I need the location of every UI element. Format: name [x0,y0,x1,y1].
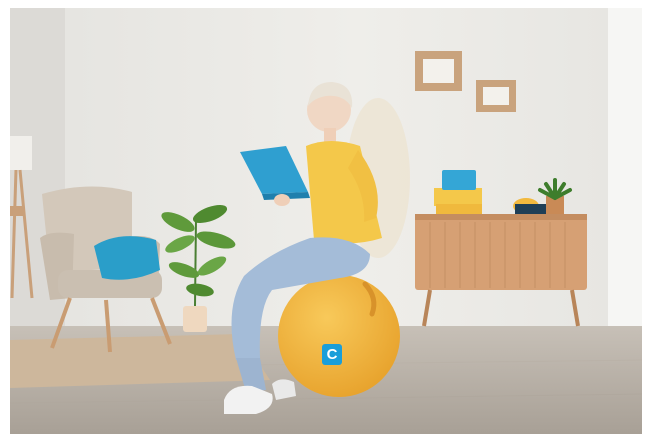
exercise-ball [278,275,400,397]
picture-frame-small [476,80,516,112]
rug [10,334,270,388]
window-light [608,8,642,348]
picture-frame-large [415,51,462,91]
brand-badge: C [322,344,342,365]
cushion [94,236,160,280]
product-photo [10,8,642,434]
